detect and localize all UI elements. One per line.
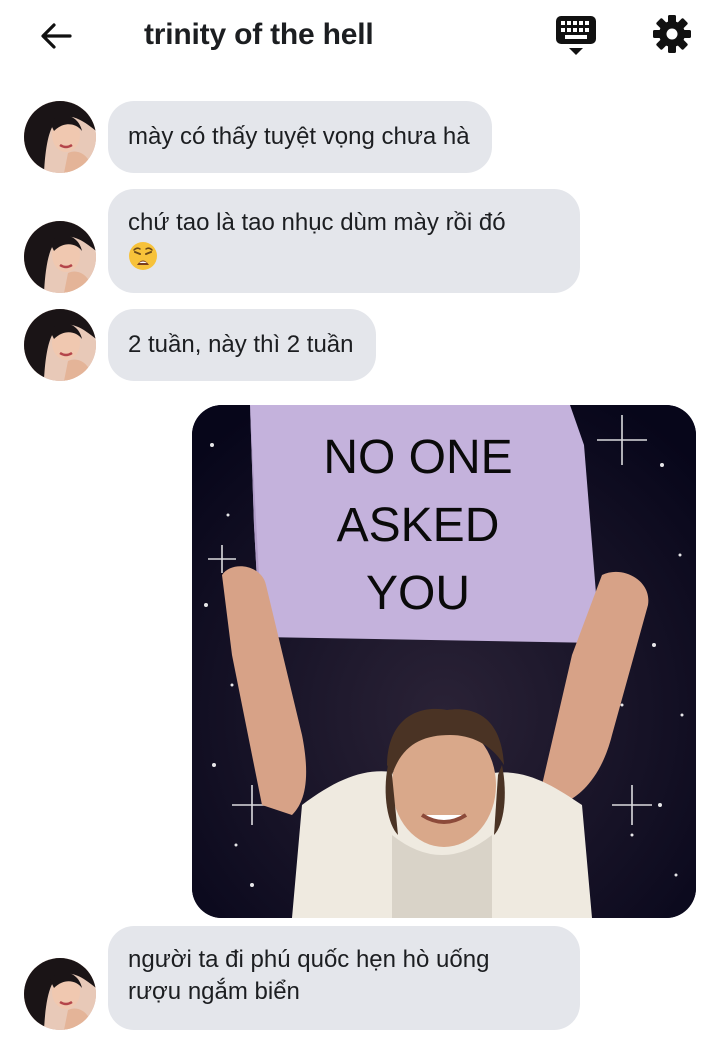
avatar[interactable] <box>24 221 96 293</box>
avatar-image <box>24 309 96 381</box>
avatar-image <box>24 958 96 1030</box>
back-button[interactable] <box>34 14 78 58</box>
chat-header: trinity of the hell <box>0 0 720 72</box>
avatar[interactable] <box>24 101 96 173</box>
meme-image: NO ONE ASKED YOU <box>192 405 696 918</box>
message-text: 2 tuần, này thì 2 tuần <box>128 331 354 358</box>
message-text-line: người ta đi phú quốc hẹn hò uống <box>128 946 490 973</box>
message-text: mày có thấy tuyệt vọng chưa hà <box>128 123 470 150</box>
message-text-line: rượu ngắm biển <box>128 978 300 1005</box>
gear-icon <box>653 15 691 53</box>
meme-caption-line: NO ONE <box>323 431 512 484</box>
keyboard-icon <box>556 16 596 55</box>
meme-caption-line: YOU <box>366 567 470 620</box>
avatar-image <box>24 221 96 293</box>
avatar[interactable] <box>24 309 96 381</box>
conversation-title[interactable]: trinity of the hell <box>144 17 374 53</box>
meme-image-message[interactable]: NO ONE ASKED YOU <box>192 405 696 918</box>
keyboard-button[interactable] <box>552 12 600 60</box>
avatar[interactable] <box>24 958 96 1030</box>
message-bubble[interactable]: người ta đi phú quốc hẹn hò uống rượu ng… <box>108 926 580 1030</box>
message-bubble[interactable]: chứ tao là tao nhục dùm mày rồi đó <box>108 189 580 293</box>
settings-button[interactable] <box>648 10 696 58</box>
arrow-left-icon <box>41 23 72 49</box>
meme-caption-line: ASKED <box>337 499 500 552</box>
avatar-image <box>24 101 96 173</box>
message-bubble[interactable]: mày có thấy tuyệt vọng chưa hà <box>108 101 492 173</box>
message-bubble[interactable]: 2 tuần, này thì 2 tuần <box>108 309 376 381</box>
message-text: chứ tao là tao nhục dùm mày rồi đó <box>128 209 506 236</box>
weary-face-emoji <box>129 241 157 270</box>
